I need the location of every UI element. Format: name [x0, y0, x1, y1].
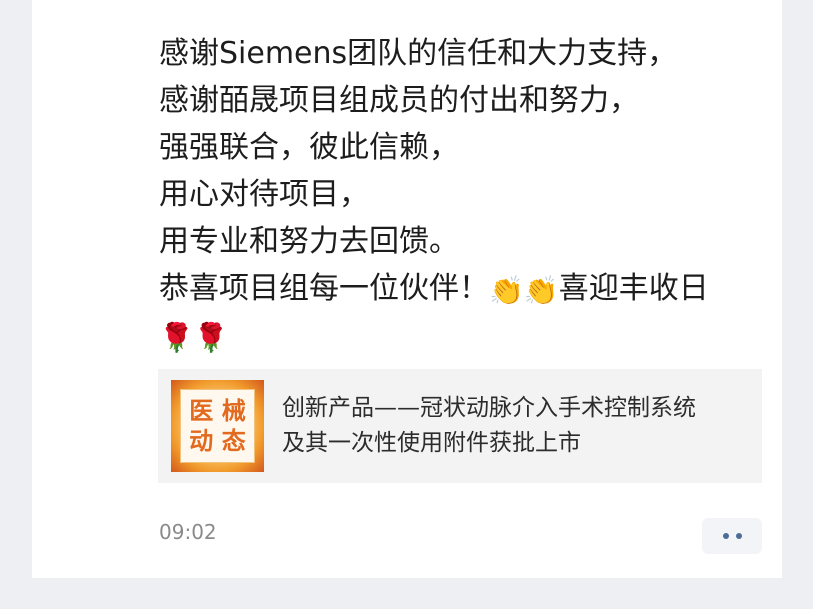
post-timestamp: 09:02: [159, 520, 217, 544]
thumbnail-char: 动: [189, 426, 214, 455]
post-line-3: 强强联合，彼此信赖，: [159, 130, 459, 165]
post-line-4: 用心对待项目，: [159, 177, 369, 212]
post-line-6-text: 恭喜项目组每一位伙伴！: [159, 271, 489, 306]
thumbnail-char: 医: [189, 396, 214, 425]
thumbnail-char: 态: [221, 426, 246, 455]
article-title-line-1: 创新产品——冠状动脉介入手术控制系统: [282, 395, 696, 421]
moment-card: 感谢Siemens团队的信任和大力支持， 感谢皕晟项目组成员的付出和努力， 强强…: [32, 0, 782, 578]
post-text: 感谢Siemens团队的信任和大力支持， 感谢皕晟项目组成员的付出和努力， 强强…: [159, 30, 774, 359]
post-line-6-text-end: 喜迎丰收日: [558, 271, 709, 306]
post-line-2: 感谢皕晟项目组成员的付出和努力，: [159, 83, 639, 118]
post-line-7: 🌹🌹: [159, 312, 774, 359]
thumbnail-char: 械: [221, 396, 246, 425]
article-title: 创新产品——冠状动脉介入手术控制系统 及其一次性使用附件获批上市: [282, 391, 752, 461]
more-dots-icon: [722, 533, 742, 539]
article-thumbnail: 医 械 动 态: [171, 380, 264, 472]
post-line-5: 用专业和努力去回馈。: [159, 224, 459, 259]
clapping-hands-icon: 👏👏: [489, 274, 559, 307]
post-line-1: 感谢Siemens团队的信任和大力支持，: [159, 36, 678, 71]
thumbnail-logo: 医 械 动 态: [180, 389, 255, 463]
shared-article-card[interactable]: 医 械 动 态 创新产品——冠状动脉介入手术控制系统 及其一次性使用附件获批上市: [158, 369, 762, 483]
more-actions-button[interactable]: [702, 518, 762, 554]
article-title-line-2: 及其一次性使用附件获批上市: [282, 430, 581, 456]
rose-icon: 🌹🌹: [159, 321, 229, 354]
post-line-6: 恭喜项目组每一位伙伴！👏👏喜迎丰收日: [159, 265, 774, 312]
